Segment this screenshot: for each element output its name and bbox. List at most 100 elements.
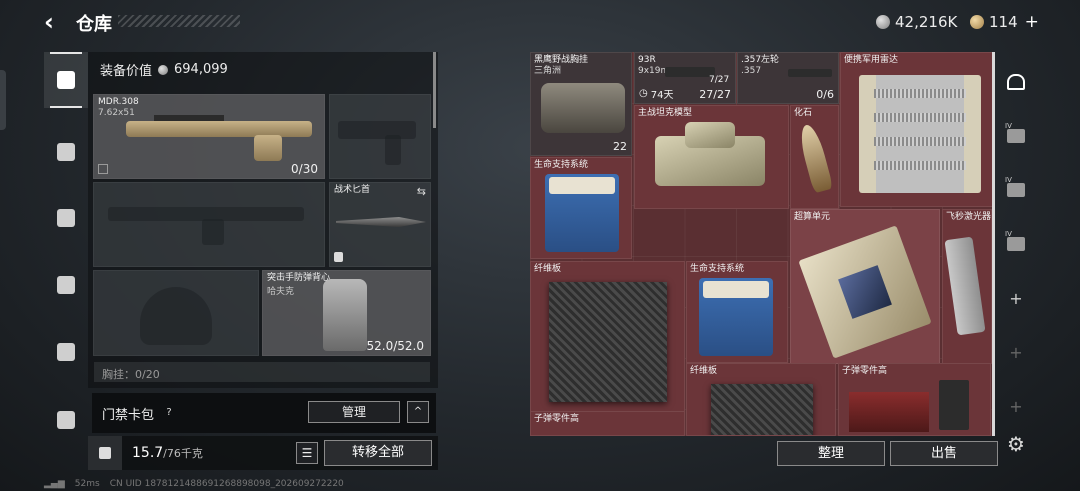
add-storage-button-locked: + [1009,342,1023,362]
primary-weapon-slot[interactable]: MDR.308 7.62x51 0/30 [93,94,325,179]
equipment-value-amount: 694,099 [174,62,228,77]
radar-rib [873,137,967,146]
pistol-image [665,67,715,77]
storage-tab-rail: IV IV IV + + + [998,52,1034,472]
item-name: 纤维板 [690,366,718,376]
rail-item-toolbox[interactable] [44,392,88,448]
item-tank[interactable]: 主战坦克模型 [634,105,789,209]
laser-image [944,236,986,336]
knife-slot[interactable]: 战术匕首 ⇆ [329,182,431,267]
pistol-silhouette-icon [338,121,416,139]
helmet-icon [57,209,75,227]
sell-button[interactable]: 出售 [890,441,998,466]
swap-icon[interactable]: ⇆ [417,185,426,198]
item-fiber-1[interactable]: 纤维板 [530,261,685,416]
rifle-scope-image [154,115,224,121]
item-bullet-parts-2[interactable]: 子弹零件高 [530,411,685,436]
primary-weapon-name: MDR.308 [98,97,139,107]
signal-icon: ▂▄▆ [44,479,65,489]
status-line: ▂▄▆ 52ms CN UID 1878121488691268898098_2… [44,479,344,489]
rail-item-rig[interactable] [44,324,88,380]
rifle-image [126,121,312,137]
life-support-image [545,174,619,252]
list-view-button[interactable]: ☰ [296,442,318,464]
manage-button[interactable]: 管理 [308,401,400,423]
keycard-bar: 门禁卡包 ? 管理 ^ [92,393,436,433]
knife-name: 战术匕首 [334,185,371,195]
uid-readout: CN UID 1878121488691268898098_2026092722… [109,479,344,489]
item-name: 飞秒激光器 [946,212,992,222]
item-count: 0/6 [816,88,834,101]
item-bullet-parts-1[interactable]: 子弹零件高 [838,363,991,436]
gold-currency[interactable]: 114 + [970,11,1039,33]
collapse-button[interactable]: ^ [407,401,429,423]
add-currency-button[interactable]: + [1025,12,1039,32]
back-button[interactable]: ‹ [44,10,68,34]
ammo-tray-image [849,392,929,432]
item-fossil[interactable]: 化石 [790,105,839,209]
rail-item-helmet[interactable] [44,190,88,246]
item-sub: 三角洲 [534,66,562,76]
item-fiber-2[interactable]: 纤维板 [686,363,836,436]
item-name: 化石 [794,108,813,118]
tab-storage-box[interactable]: IV [998,172,1034,208]
life-support-top [548,177,616,195]
fiber-board-image [549,282,667,402]
item-357[interactable]: .357左轮 .357 0/6 [737,52,839,104]
item-count: 27/27 [699,88,731,101]
item-life-support-2[interactable]: 生命支持系统 [686,261,788,363]
silver-coin-icon [876,15,890,29]
tab-warehouse[interactable] [998,64,1034,100]
item-name: 纤维板 [534,264,562,274]
toolbox-icon [57,411,75,429]
helmet-slot[interactable] [93,270,259,356]
item-radar[interactable]: 便携军用雷达 [840,52,992,207]
equipment-value-label: 装备价值 [100,64,153,79]
equipment-scrollbar[interactable] [433,52,436,128]
armor-icon [57,143,75,161]
vest-name: 突击手防弹背心 [267,273,331,283]
timer-badge: ◷ 74天 [639,88,674,101]
radar-image [859,75,981,193]
storage-box-icon: IV [1005,176,1025,197]
item-name: 生命支持系统 [690,264,745,274]
side-pull-tab[interactable] [0,70,6,130]
secondary-weapon-slot[interactable] [93,182,325,267]
settings-icon[interactable]: ⚙ [1004,432,1028,456]
lock-button[interactable] [88,436,122,470]
item-life-support-1[interactable]: 生命支持系统 [530,157,632,259]
weight-max: /76千克 [163,447,203,460]
chest-rig-label: 胸挂：0/20 [102,368,160,381]
armor-vest-slot[interactable]: 突击手防弹背心 哈夫克 52.0/52.0 [262,270,431,356]
rail-item-weapon[interactable] [44,52,88,108]
help-icon[interactable]: ? [162,406,176,420]
item-name: .357左轮 [741,55,780,65]
item-vest-bag[interactable]: 黑鹰野战胸挂 三角洲 22 [530,52,632,156]
sort-button[interactable]: 整理 [777,441,885,466]
backpack-icon [57,276,75,294]
equipment-category-rail [44,52,88,472]
item-laser[interactable]: 飞秒激光器 [942,209,992,364]
item-name: 子弹零件高 [534,414,580,424]
tab-storage-add[interactable]: IV [998,118,1034,154]
item-count: 22 [613,140,627,153]
equipment-value: 装备价值 694,099 [100,60,228,79]
chest-rig-image [541,83,625,133]
life-support-image [699,278,773,356]
ammo-press-image [939,380,969,430]
item-cpu[interactable]: 超算单元 [790,209,940,364]
vest-durability: 52.0/52.0 [366,339,424,353]
item-93r[interactable]: 93R 9x19mm 7/27 ◷ 74天 27/27 [634,52,736,104]
rail-item-armor[interactable] [44,124,88,180]
revolver-image [788,69,832,77]
transfer-all-button[interactable]: 转移全部 [324,440,432,466]
weight-current: 15.7 [132,445,164,461]
rail-item-backpack[interactable] [44,257,88,313]
storage-case-icon: IV [1005,230,1025,251]
chest-rig-slot[interactable]: 胸挂：0/20 [94,362,430,382]
add-storage-button[interactable]: + [998,280,1034,316]
tab-storage-case[interactable]: IV [998,226,1034,262]
weight-readout: 15.7/76千克 [132,445,203,461]
title-decoration [118,15,240,27]
pistol-slot[interactable] [329,94,431,179]
